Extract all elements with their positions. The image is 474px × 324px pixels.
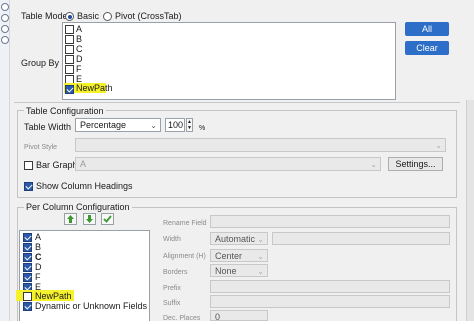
chevron-down-icon: ⌄	[257, 267, 264, 276]
borders-value: None	[215, 266, 237, 276]
help-icon[interactable]	[1, 36, 9, 44]
suffix-input[interactable]	[210, 295, 450, 308]
dec-places-input[interactable]: 0	[210, 310, 268, 322]
alignment-value: Center	[215, 251, 243, 261]
info-icon[interactable]	[1, 14, 9, 22]
group-by-item-newpath: NewPath	[76, 83, 113, 93]
group-by-checkbox-newpath[interactable]	[65, 85, 74, 94]
pivot-style-label: Pivot Style	[24, 144, 58, 151]
group-by-checkbox-a[interactable]	[65, 25, 74, 34]
table-width-label: Table Width	[24, 122, 72, 132]
chevron-down-icon: ⌄	[370, 160, 377, 169]
column-checkbox-a[interactable]	[23, 233, 32, 242]
move-up-icon	[67, 215, 74, 223]
width-value-input[interactable]	[272, 232, 450, 245]
width-value: Automatic	[215, 234, 256, 244]
borders-select[interactable]: None ⌄	[210, 264, 268, 277]
column-checkbox-dynamic[interactable]	[23, 302, 32, 311]
spinner-icon[interactable]: ▲ ▼	[186, 118, 193, 132]
rename-field-input[interactable]	[210, 215, 450, 228]
move-down-icon	[86, 215, 93, 223]
bar-graph-value: A	[80, 159, 87, 169]
column-checkbox-c[interactable]	[23, 253, 32, 262]
table-mode-label: Table Mode	[21, 11, 68, 21]
radio-pivot[interactable]	[103, 12, 112, 21]
radio-pivot-label: Pivot (CrossTab)	[115, 11, 182, 21]
alignment-label: Alignment (H)	[163, 253, 206, 260]
all-button[interactable]: All	[405, 22, 449, 36]
column-item-dynamic[interactable]: Dynamic or Unknown Fields	[35, 301, 147, 312]
width-label: Width	[163, 236, 181, 243]
suffix-label: Suffix	[163, 300, 181, 307]
table-width-select[interactable]: Percentage ⌄	[75, 118, 161, 132]
group-by-checkbox-f[interactable]	[65, 65, 74, 74]
move-up-button[interactable]	[64, 213, 77, 225]
show-column-headings-checkbox[interactable]	[24, 182, 33, 191]
column-checkbox-newpath[interactable]	[23, 292, 32, 301]
column-checkbox-d[interactable]	[23, 263, 32, 272]
gear-icon[interactable]	[1, 3, 9, 11]
prefix-input[interactable]	[210, 280, 450, 293]
alignment-select[interactable]: Center ⌄	[210, 249, 268, 262]
column-checkbox-b[interactable]	[23, 243, 32, 252]
group-by-checkbox-b[interactable]	[65, 35, 74, 44]
radio-basic-label: Basic	[77, 11, 100, 21]
column-checkbox-f[interactable]	[23, 273, 32, 282]
select-all-columns-button[interactable]	[101, 213, 114, 225]
chevron-down-icon: ⌄	[257, 235, 264, 244]
move-down-button[interactable]	[83, 213, 96, 225]
bar-graph-checkbox[interactable]	[24, 161, 33, 170]
bar-graph-select[interactable]: A ⌄	[75, 157, 381, 171]
group-by-checkbox-c[interactable]	[65, 45, 74, 54]
borders-label: Borders	[163, 269, 188, 276]
sidebar-strip	[0, 0, 10, 321]
chevron-down-icon: ⌄	[150, 121, 157, 130]
bar-graph-label: Bar Graph	[36, 160, 78, 170]
prefix-label: Prefix	[163, 285, 181, 292]
table-width-unit: %	[199, 125, 206, 132]
show-column-headings-label: Show Column Headings	[36, 181, 133, 191]
settings-button[interactable]: Settings...	[388, 157, 443, 171]
radio-basic[interactable]	[65, 12, 74, 21]
clear-button[interactable]: Clear	[405, 41, 449, 55]
divider	[14, 102, 460, 103]
table-width-number[interactable]: 100	[165, 118, 185, 132]
width-select[interactable]: Automatic ⌄	[210, 232, 268, 245]
scrollbar[interactable]	[466, 100, 474, 321]
group-by-checkbox-d[interactable]	[65, 55, 74, 64]
rename-field-label: Rename Field	[163, 220, 207, 227]
dec-places-label: Dec. Places	[163, 315, 201, 322]
chevron-down-icon: ⌄	[435, 141, 442, 150]
table-width-number-value: 100	[168, 120, 184, 130]
chevron-down-icon: ⌄	[257, 252, 264, 261]
check-icon	[103, 215, 112, 223]
table-width-value: Percentage	[80, 120, 127, 130]
table-configuration-title: Table Configuration	[24, 106, 106, 117]
tag-icon[interactable]	[1, 25, 9, 33]
per-column-configuration-title: Per Column Configuration	[24, 202, 132, 213]
pivot-style-select[interactable]: ⌄	[75, 138, 446, 152]
group-by-label: Group By	[21, 58, 60, 68]
